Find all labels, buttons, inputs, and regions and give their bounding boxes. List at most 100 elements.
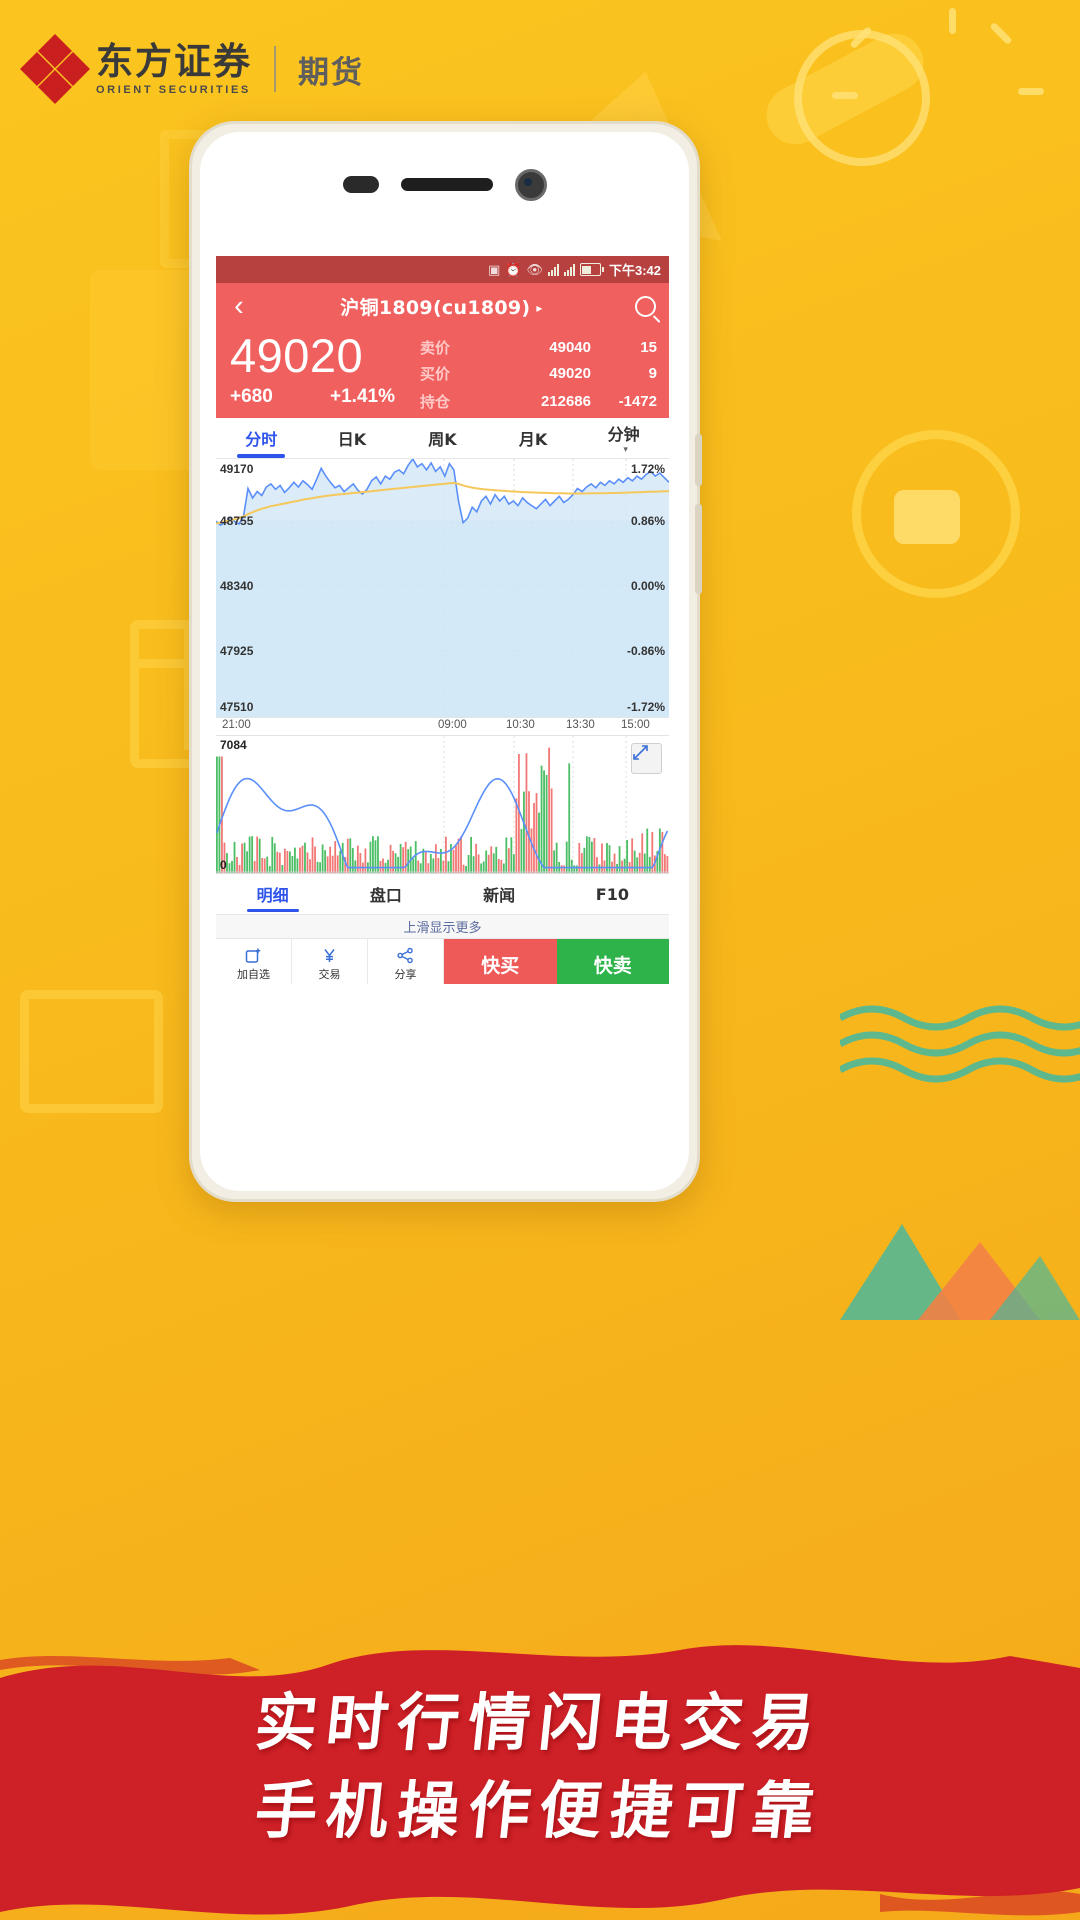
back-icon[interactable]: ‹ [216,292,262,321]
quote-row: 买价 49020 9 [420,360,657,386]
logo-divider [274,46,276,92]
price-chart-svg [216,459,669,717]
pct-tick-3: -0.86% [626,644,665,658]
price-change-pct: +1.41% [330,386,395,407]
expand-glyph [633,745,648,760]
action-label: 加自选 [237,967,270,981]
chart-period-tabs: 分时 日K 周K 月K 分钟 ▾ [216,418,669,459]
tab-label: 日K [337,430,367,449]
earpiece-icon [400,178,493,191]
tab-news[interactable]: 新闻 [443,874,556,914]
detail-tabs: 明细 盘口 新闻 F10 [216,873,669,914]
phone-power-button [695,504,702,594]
brand-sub-label: 期货 [298,54,364,91]
decor-sun-ray [989,21,1013,46]
brand-name-en: ORIENT SECURITIES [96,84,251,96]
volume-chart[interactable]: 7084 0 [216,736,669,873]
brand-logo: 东方证券 ORIENT SECURITIES 期货 [20,34,364,104]
tab-label: 分钟 [607,425,640,444]
eye-icon: 👁 [526,262,543,277]
tab-f10[interactable]: F10 [556,874,669,914]
y-tick-2: 48340 [220,579,254,593]
tab-label: 分时 [245,430,278,449]
brand-name-cn: 东方证券 [96,40,252,83]
last-price: 49020 [230,329,364,382]
chevron-down-icon: ▾ [623,445,628,455]
volume-min-label: 0 [220,858,227,872]
y-tick-4: 47510 [220,700,254,714]
quote-row-qty: 15 [640,338,657,356]
quick-sell-button[interactable]: 快卖 [556,939,669,984]
promo-banner: 实时行情闪电交易 手机操作便捷可靠 [0,1620,1080,1920]
tab-fenshi[interactable]: 分时 [216,418,307,458]
battery-icon [579,263,604,276]
tab-month-k[interactable]: 月K [488,418,579,458]
tab-label: F10 [595,884,629,904]
add-watchlist-icon [245,948,261,963]
quick-buy-button[interactable]: 快买 [444,939,557,984]
vibrate-icon: ▣ [487,262,501,277]
tab-label: 月K [518,430,548,449]
phone-top-bezel [200,132,689,237]
x-tick-1: 09:00 [438,719,467,731]
y-tick-0: 49170 [220,462,254,476]
trade-button[interactable]: 交易 [292,939,368,984]
pct-tick-2: 0.00% [630,579,665,593]
decor-hills [840,1224,1080,1320]
decor-sun-ray [1018,88,1044,95]
decor-sun-icon [794,30,930,166]
tab-pankou[interactable]: 盘口 [329,874,442,914]
quote-row: 卖价 49040 15 [420,334,657,360]
status-time: 下午3:42 [608,263,661,278]
chart-area: 49170 48755 48340 47925 47510 1.72% 0.86… [216,459,669,873]
price-chart[interactable]: 49170 48755 48340 47925 47510 1.72% 0.86… [216,459,669,717]
decor-sun-ray [949,8,956,34]
x-tick-2: 10:30 [506,719,535,731]
instrument-name: 沪铜1809(cu1809) [340,297,531,319]
tab-day-k[interactable]: 日K [307,418,398,458]
action-bar: 加自选 交易 分享 快买 快卖 [216,939,669,984]
add-watchlist-button[interactable]: 加自选 [216,939,292,984]
quote-row-label: 卖价 [420,338,451,357]
tab-label: 明细 [256,886,289,905]
action-label: 交易 [318,967,341,981]
decor-waves [840,1005,1080,1083]
quote-row-value: 49040 [549,338,591,356]
x-tick-4: 15:00 [621,719,650,731]
tab-label: 新闻 [483,886,516,905]
search-icon[interactable] [621,296,669,317]
price-change: +680 [230,386,273,407]
tab-week-k[interactable]: 周K [397,418,488,458]
tab-minutes[interactable]: 分钟 ▾ [578,418,669,458]
phone-volume-button [695,434,702,486]
yuan-icon [324,948,335,962]
quote-row-label: 持仓 [420,392,451,411]
y-tick-3: 47925 [220,644,254,658]
pct-tick-4: -1.72% [626,700,665,714]
time-axis: 21:00 09:00 10:30 13:30 15:00 [216,717,669,736]
chevron-right-icon: ▸ [536,301,543,315]
pct-tick-1: 0.86% [630,514,665,528]
decor-sun-ray [832,92,858,99]
instrument-title[interactable]: 沪铜1809(cu1809) ▸ [262,293,621,320]
y-tick-1: 48755 [220,514,254,528]
decor-monitor-icon [20,990,163,1113]
quote-row-value: 49020 [549,364,591,382]
tab-label: 周K [428,430,457,449]
tab-mingxi[interactable]: 明细 [216,874,329,914]
quote-row-label: 买价 [420,364,451,383]
decor-bubble [894,490,960,544]
tab-label: 盘口 [369,886,402,905]
action-label: 分享 [394,967,417,981]
quote-row: 持仓 212686 -1472 [420,388,657,414]
logo-diamond-icon [20,34,90,104]
alarm-icon: ⏰ [505,262,522,277]
sensor-icon [342,176,379,193]
expand-icon[interactable] [631,743,662,774]
quote-row-value: 212686 [540,392,591,410]
volume-chart-svg [216,736,669,873]
quote-row-qty: 9 [648,364,657,382]
signal-icon [547,263,559,276]
swipe-up-hint[interactable]: 上滑显示更多 [216,914,669,939]
share-button[interactable]: 分享 [368,939,444,984]
